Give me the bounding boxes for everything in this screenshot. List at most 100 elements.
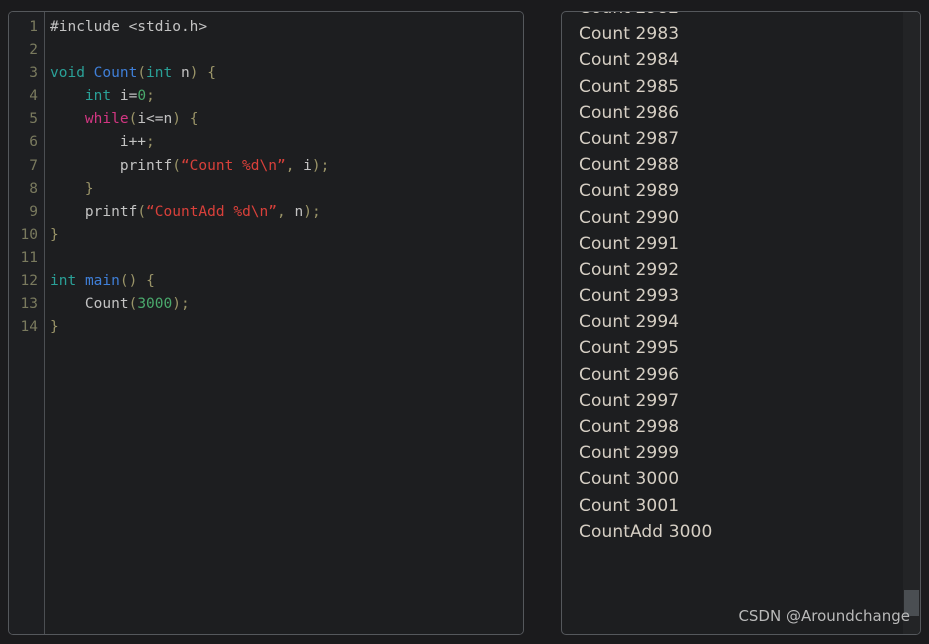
code-token: i <box>294 157 312 174</box>
code-token: int <box>146 65 173 82</box>
code-line[interactable]: printf(“Count %d\n”, i); <box>50 155 523 178</box>
line-number: 13 <box>20 296 38 313</box>
line-number: 10 <box>20 226 38 243</box>
code-token: { <box>207 65 216 82</box>
code-line[interactable]: } <box>50 316 523 339</box>
console-output-line: Count 2982 <box>579 12 903 21</box>
line-number: 6 <box>29 134 38 151</box>
code-token: } <box>50 319 59 336</box>
line-number: 3 <box>29 65 38 82</box>
console-output-line: Count 2989 <box>579 181 680 202</box>
console-output-line: Count 2992 <box>579 259 680 280</box>
code-editor-panel[interactable]: 1 2 3 4 5 6 7 8 9 10 11 12 13 14 #include <stdio.h> v… <box>8 11 524 635</box>
console-output-line: Count 2997 <box>579 390 680 411</box>
console-viewport: Count 2982 Count 2983 Count 2984 Count 2985… <box>562 12 903 634</box>
code-token: ( <box>172 157 181 174</box>
code-token: int <box>84 88 112 105</box>
code-token: while <box>84 111 129 128</box>
code-line[interactable]: void Count(int n) { <box>50 62 523 85</box>
code-token: ( <box>128 111 138 128</box>
code-line[interactable]: while(i<=n) { <box>50 108 523 131</box>
console-output-line: Count 2983 <box>579 24 680 45</box>
code-line[interactable]: #include <stdio.h> <box>50 16 523 39</box>
code-line[interactable]: i++; <box>50 131 523 154</box>
line-number: 1 <box>29 19 38 35</box>
console-output-lines: Count 2982 Count 2983 Count 2984 Count 2985… <box>579 12 903 545</box>
line-number: 14 <box>20 319 38 336</box>
line-number: 11 <box>20 249 38 266</box>
code-token: ; <box>180 296 190 313</box>
code-line[interactable]: int i=0; <box>50 85 523 108</box>
output-console-panel[interactable]: Count 2982 Count 2983 Count 2984 Count 2985… <box>561 11 921 635</box>
code-token: void <box>50 65 85 82</box>
line-number-gutter: 1 2 3 4 5 6 7 8 9 10 11 12 13 14 <box>9 12 45 634</box>
console-output-line: Count 2984 <box>579 50 680 71</box>
code-line[interactable]: } <box>50 224 523 247</box>
console-output-line: Count 2988 <box>579 155 680 176</box>
console-scrollbar[interactable] <box>903 12 920 634</box>
code-token: ; <box>320 157 330 174</box>
code-token: () <box>119 273 138 290</box>
code-token: ( <box>137 65 147 82</box>
code-token: ; <box>146 134 155 151</box>
code-token: ) <box>311 157 321 174</box>
line-number: 2 <box>29 42 38 59</box>
code-token: “Count %d\n” <box>180 157 286 174</box>
code-token: n <box>285 203 304 220</box>
line-number: 8 <box>29 180 38 197</box>
code-token: printf <box>50 157 173 174</box>
console-output-line: CountAdd 3000 <box>579 521 713 542</box>
code-token: “CountAdd %d\n” <box>146 203 277 220</box>
line-number: 7 <box>29 157 38 174</box>
console-output-line: Count 2986 <box>579 102 680 123</box>
code-token: n <box>172 65 190 82</box>
code-token: #include <stdio.h> <box>50 19 208 35</box>
console-scrollbar-thumb[interactable] <box>904 590 919 616</box>
console-output-line: Count 2999 <box>579 443 680 464</box>
code-token: ; <box>311 203 321 220</box>
code-token: i= <box>111 88 138 105</box>
console-output-line: Count 2996 <box>579 364 680 385</box>
code-line[interactable]: Count(3000); <box>50 293 523 316</box>
code-line[interactable] <box>50 39 523 62</box>
console-output-line: Count 2994 <box>579 312 680 333</box>
code-token: ( <box>128 296 138 313</box>
line-number: 5 <box>29 111 38 128</box>
line-number: 4 <box>29 88 38 105</box>
code-token: 3000 <box>137 296 173 313</box>
line-number: 12 <box>20 273 38 290</box>
code-token: main <box>84 273 120 290</box>
console-output-line: Count 2993 <box>579 286 680 307</box>
code-token: i++ <box>50 134 147 151</box>
console-output-line: Count 2985 <box>579 76 680 97</box>
console-output-line: Count 3001 <box>579 495 680 516</box>
code-token: 0 <box>137 88 147 105</box>
console-output-line: Count 3000 <box>579 469 680 490</box>
line-number: 9 <box>29 203 38 220</box>
code-token: ) <box>172 111 181 128</box>
code-token: { <box>146 273 155 290</box>
code-token: ( <box>137 203 147 220</box>
code-token: ; <box>146 88 155 105</box>
code-text-area[interactable]: #include <stdio.h> void Count(int n) { i… <box>45 12 523 634</box>
code-line[interactable]: int main() { <box>50 270 523 293</box>
code-line[interactable] <box>50 247 523 270</box>
code-token: , <box>277 203 286 220</box>
console-output-line: Count 2998 <box>579 417 680 437</box>
code-token: ) <box>172 296 181 313</box>
code-line[interactable]: printf(“CountAdd %d\n”, n); <box>50 201 523 224</box>
console-output-line: Count 2990 <box>579 207 680 228</box>
console-output-line: Count 2987 <box>579 128 680 149</box>
code-token: { <box>189 111 199 128</box>
code-token: } <box>84 180 94 197</box>
code-token: printf <box>50 203 138 220</box>
code-line[interactable]: } <box>50 178 523 201</box>
code-token: int <box>50 273 77 290</box>
